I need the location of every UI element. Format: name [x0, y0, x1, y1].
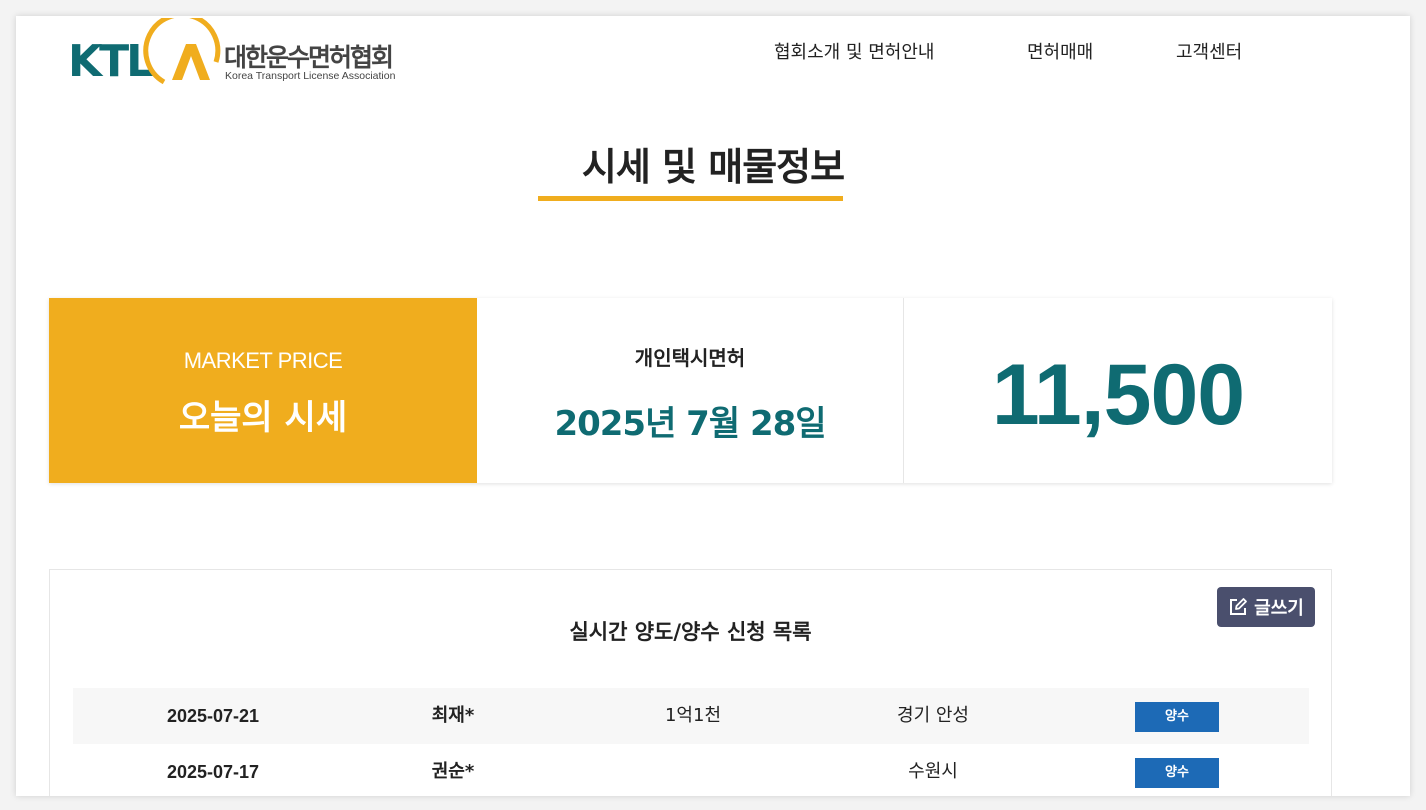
row-price: 1억1천 [664, 705, 722, 726]
page-frame: KTL 대한운수면허협회 Korea Transport License Ass… [16, 16, 1410, 796]
page-title: 시세 및 매물정보 [581, 145, 845, 189]
row-name: 최재* [431, 705, 475, 726]
table-row[interactable]: 2025-07-21 최재* 1억1천 경기 안성 양수 [73, 688, 1309, 744]
edit-icon [1230, 598, 1248, 615]
market-ko-label: 오늘의 시세 [178, 398, 348, 438]
svg-text:KTL: KTL [68, 36, 153, 87]
logo-subtitle: Korea Transport License Association [225, 70, 396, 82]
row-date: 2025-07-17 [166, 762, 260, 782]
row-type-badge[interactable]: 양수 [1135, 758, 1219, 788]
nav-trade[interactable]: 면허매매 [1027, 38, 1093, 64]
row-region: 경기 안성 [897, 705, 969, 726]
request-list-panel: 글쓰기 실시간 양도/양수 신청 목록 2025-07-21 최재* 1억1천 … [49, 569, 1332, 796]
row-type-badge[interactable]: 양수 [1135, 702, 1219, 732]
row-price [613, 744, 773, 796]
market-price-box: MARKET PRICE 오늘의 시세 개인택시면허 2025년 7월 28일 … [49, 298, 1332, 483]
row-name: 권순* [431, 761, 475, 782]
market-date-panel: 개인택시면허 2025년 7월 28일 [477, 298, 904, 483]
list-title: 실시간 양도/양수 신청 목록 [569, 620, 812, 644]
license-type: 개인택시면허 [634, 346, 746, 370]
row-date: 2025-07-21 [166, 706, 260, 726]
nav-about[interactable]: 협회소개 및 면허안내 [774, 38, 934, 64]
row-region: 수원시 [908, 761, 958, 782]
market-price-panel: 11,500 [904, 298, 1332, 483]
market-price: 11,500 [991, 347, 1245, 443]
nav-support[interactable]: 고객센터 [1176, 38, 1242, 64]
market-en-label: MARKET PRICE [183, 348, 343, 373]
table-row[interactable]: 2025-07-17 권순* 수원시 양수 [73, 744, 1309, 796]
site-logo[interactable]: KTL 대한운수면허협회 Korea Transport License Ass… [68, 18, 408, 88]
logo-text: 대한운수면허협회 [224, 43, 394, 72]
title-underline [538, 196, 843, 201]
market-date: 2025년 7월 28일 [554, 404, 826, 444]
logo-mark-icon: KTL [68, 18, 221, 87]
market-label-panel: MARKET PRICE 오늘의 시세 [49, 298, 477, 483]
